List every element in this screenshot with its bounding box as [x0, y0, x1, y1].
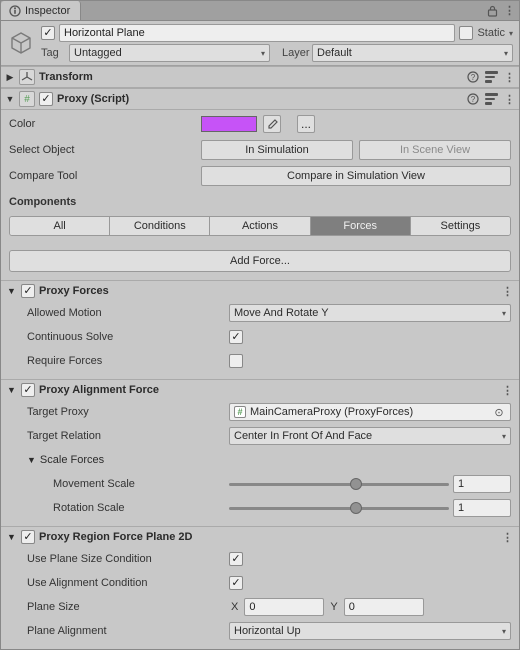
- rotation-scale-input[interactable]: 1: [453, 499, 511, 517]
- target-relation-dropdown[interactable]: Center In Front Of And Face ▾: [229, 427, 511, 445]
- target-proxy-field[interactable]: # MainCameraProxy (ProxyForces) ⊙: [229, 403, 511, 421]
- proxy-forces-foldout[interactable]: ▼: [7, 286, 17, 296]
- tab-all[interactable]: All: [10, 217, 110, 235]
- target-proxy-label: Target Proxy: [9, 406, 225, 418]
- gameobject-enabled-checkbox[interactable]: [41, 26, 55, 40]
- color-label: Color: [9, 118, 195, 130]
- lock-icon[interactable]: [487, 5, 498, 17]
- scale-forces-foldout[interactable]: ▼: [27, 455, 36, 465]
- add-force-button[interactable]: Add Force...: [9, 250, 511, 272]
- transform-foldout[interactable]: ▶: [5, 72, 15, 83]
- layer-dropdown[interactable]: Default ▾: [312, 44, 513, 62]
- plane-size-x-input[interactable]: [244, 598, 324, 616]
- component-menu-icon[interactable]: ⋮: [502, 285, 513, 298]
- inspector-tab-label: Inspector: [25, 5, 70, 17]
- rotation-scale-slider[interactable]: [229, 499, 449, 517]
- proxy-region-foldout[interactable]: ▼: [7, 532, 17, 542]
- proxy-region-enabled-checkbox[interactable]: [21, 530, 35, 544]
- presets-icon[interactable]: [485, 93, 498, 105]
- in-scene-view-button[interactable]: In Scene View: [359, 140, 511, 160]
- chevron-down-icon: ▾: [502, 627, 506, 636]
- component-menu-icon[interactable]: ⋮: [502, 531, 513, 544]
- eyedropper-button[interactable]: [263, 115, 281, 133]
- rotation-scale-label: Rotation Scale: [9, 502, 225, 514]
- gameobject-name-input[interactable]: [59, 24, 455, 42]
- scale-forces-label: Scale Forces: [40, 454, 104, 466]
- layer-value: Default: [317, 47, 352, 59]
- color-swatch[interactable]: [201, 116, 257, 132]
- proxy-foldout[interactable]: ▼: [5, 94, 15, 104]
- tag-dropdown[interactable]: Untagged ▾: [69, 44, 270, 62]
- x-label: X: [229, 601, 240, 613]
- component-menu-icon[interactable]: ⋮: [504, 71, 515, 84]
- tag-value: Untagged: [74, 47, 122, 59]
- script-chip-icon: #: [234, 406, 246, 418]
- use-plane-size-label: Use Plane Size Condition: [9, 553, 225, 565]
- require-forces-label: Require Forces: [9, 355, 225, 367]
- chevron-down-icon: ▾: [504, 49, 508, 58]
- context-menu-icon[interactable]: ⋮: [504, 4, 515, 17]
- movement-scale-slider[interactable]: [229, 475, 449, 493]
- gameobject-icon[interactable]: [7, 29, 35, 57]
- component-menu-icon[interactable]: ⋮: [504, 93, 515, 106]
- use-alignment-label: Use Alignment Condition: [9, 577, 225, 589]
- y-label: Y: [328, 601, 339, 613]
- proxy-alignment-foldout[interactable]: ▼: [7, 385, 17, 395]
- proxy-region-title: Proxy Region Force Plane 2D: [39, 531, 498, 543]
- chevron-down-icon: ▾: [502, 432, 506, 441]
- color-more-button[interactable]: ...: [297, 115, 315, 133]
- proxy-forces-enabled-checkbox[interactable]: [21, 284, 35, 298]
- movement-scale-input[interactable]: 1: [453, 475, 511, 493]
- static-dropdown-arrow[interactable]: ▾: [509, 29, 513, 38]
- compare-tool-label: Compare Tool: [9, 170, 195, 182]
- presets-icon[interactable]: [485, 71, 498, 83]
- info-icon: [9, 5, 21, 17]
- component-menu-icon[interactable]: ⋮: [502, 384, 513, 397]
- static-checkbox[interactable]: [459, 26, 473, 40]
- components-label: Components: [9, 192, 511, 210]
- continuous-solve-checkbox[interactable]: [229, 330, 243, 344]
- plane-size-label: Plane Size: [9, 601, 225, 613]
- tab-settings[interactable]: Settings: [411, 217, 510, 235]
- movement-scale-label: Movement Scale: [9, 478, 225, 490]
- in-simulation-button[interactable]: In Simulation: [201, 140, 353, 160]
- proxy-alignment-title: Proxy Alignment Force: [39, 384, 498, 396]
- transform-icon: [19, 69, 35, 85]
- tag-label: Tag: [41, 47, 65, 59]
- plane-alignment-label: Plane Alignment: [9, 625, 225, 637]
- use-plane-size-checkbox[interactable]: [229, 552, 243, 566]
- tab-actions[interactable]: Actions: [210, 217, 310, 235]
- proxy-title: Proxy (Script): [57, 93, 463, 105]
- help-icon[interactable]: ?: [467, 93, 479, 105]
- continuous-solve-label: Continuous Solve: [9, 331, 225, 343]
- allowed-motion-dropdown[interactable]: Move And Rotate Y ▾: [229, 304, 511, 322]
- allowed-motion-label: Allowed Motion: [9, 307, 225, 319]
- select-object-label: Select Object: [9, 144, 195, 156]
- tab-forces[interactable]: Forces: [311, 217, 411, 235]
- script-icon: #: [19, 91, 35, 107]
- compare-button[interactable]: Compare in Simulation View: [201, 166, 511, 186]
- target-relation-label: Target Relation: [9, 430, 225, 442]
- svg-text:?: ?: [471, 73, 476, 82]
- tab-conditions[interactable]: Conditions: [110, 217, 210, 235]
- require-forces-checkbox[interactable]: [229, 354, 243, 368]
- inspector-tab[interactable]: Inspector: [1, 1, 81, 20]
- chevron-down-icon: ▾: [261, 49, 265, 58]
- proxy-alignment-enabled-checkbox[interactable]: [21, 383, 35, 397]
- proxy-forces-title: Proxy Forces: [39, 285, 498, 297]
- chevron-down-icon: ▾: [502, 309, 506, 318]
- static-label: Static: [477, 27, 505, 39]
- layer-label: Layer: [274, 47, 308, 59]
- plane-alignment-dropdown[interactable]: Horizontal Up ▾: [229, 622, 511, 640]
- proxy-enabled-checkbox[interactable]: [39, 92, 53, 106]
- plane-size-y-input[interactable]: [344, 598, 424, 616]
- svg-text:?: ?: [471, 95, 476, 104]
- help-icon[interactable]: ?: [467, 71, 479, 83]
- object-picker-icon[interactable]: ⊙: [492, 406, 506, 419]
- transform-title: Transform: [39, 71, 463, 83]
